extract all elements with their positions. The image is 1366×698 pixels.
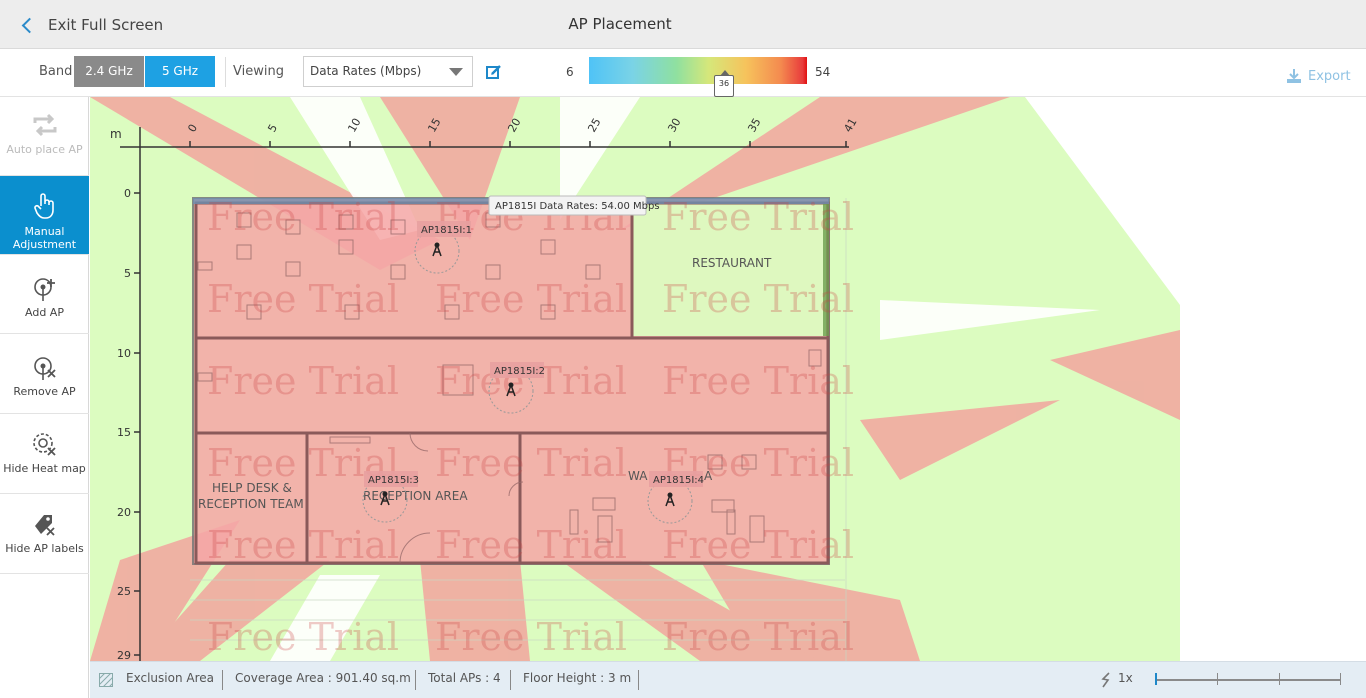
tool-sidebar: Auto place AP Manual Adjustment Add AP R… — [0, 97, 89, 698]
zoom-slider[interactable] — [1155, 679, 1341, 681]
watermark: Free Trial — [435, 523, 627, 567]
y-tick: 25 — [117, 585, 131, 598]
watermark: Free Trial — [435, 441, 627, 485]
viewing-label: Viewing — [233, 64, 284, 79]
toolbar-divider — [225, 57, 226, 87]
exclusion-area-icon — [99, 673, 113, 687]
watermark: Free Trial — [662, 523, 854, 567]
ap-label: AP1815I:4 — [653, 475, 704, 486]
watermark: Free Trial — [662, 277, 854, 321]
add-ap-button[interactable]: Add AP — [0, 255, 89, 334]
y-tick: 10 — [117, 347, 131, 360]
edit-icon[interactable] — [486, 64, 502, 80]
manual-adjustment-label: Manual Adjustment — [12, 225, 77, 251]
hide-heat-map-button[interactable]: Hide Heat map — [0, 414, 89, 494]
total-aps-value: Total APs : 4 — [428, 671, 501, 685]
status-divider — [222, 670, 223, 690]
watermark: Free Trial — [207, 615, 399, 659]
hand-pointer-icon — [33, 193, 54, 219]
remove-ap-icon — [33, 357, 56, 380]
viewing-dropdown[interactable]: Data Rates (Mbps) — [303, 56, 473, 87]
room-label-reception-area: RECEPTION AREA — [363, 489, 468, 503]
scale-min-value: 6 — [566, 65, 574, 79]
watermark: Free Trial — [662, 195, 854, 239]
zoom-tick — [1217, 673, 1218, 685]
zoom-tick — [1279, 673, 1280, 685]
zoom-tick — [1340, 673, 1341, 685]
caret-down-icon — [449, 68, 463, 76]
watermark: Free Trial — [435, 277, 627, 321]
watermark: Free Trial — [207, 523, 399, 567]
band-2-4ghz-button[interactable]: 2.4 GHz — [74, 56, 144, 87]
manual-adjustment-button[interactable]: Manual Adjustment — [0, 176, 89, 255]
toolbar: Band 2.4 GHz 5 GHz Viewing Data Rates (M… — [0, 49, 1366, 97]
y-tick: 0 — [124, 187, 131, 200]
add-ap-label: Add AP — [25, 306, 64, 319]
auto-place-ap-label: Auto place AP — [6, 143, 83, 156]
watermark: Free Trial — [435, 615, 627, 659]
y-tick: 20 — [117, 506, 131, 519]
auto-place-icon — [33, 113, 56, 137]
add-ap-icon — [33, 278, 55, 301]
viewing-value: Data Rates (Mbps) — [310, 64, 422, 78]
scale-max-value: 54 — [815, 65, 831, 79]
ap-label: AP1815I:2 — [494, 366, 545, 377]
room-label-reception-team: RECEPTION TEAM — [198, 497, 304, 511]
room-label-restaurant: RESTAURANT — [692, 256, 772, 270]
band-label: Band — [39, 64, 73, 79]
hide-ap-labels-label: Hide AP labels — [5, 542, 84, 555]
data-rate-color-scale — [589, 57, 807, 84]
band-5ghz-button[interactable]: 5 GHz — [145, 56, 215, 87]
y-tick: 5 — [124, 267, 131, 280]
watermark: Free Trial — [207, 277, 399, 321]
remove-ap-label: Remove AP — [13, 385, 76, 398]
heatmap-svg: Free Trial Free Trial Free Trial Free Tr… — [90, 97, 1180, 661]
floor-height-value: Floor Height : 3 m — [523, 671, 632, 685]
y-tick: 15 — [117, 426, 131, 439]
zoom-icon — [1101, 672, 1110, 688]
hide-heatmap-icon — [32, 433, 56, 456]
export-label: Export — [1308, 68, 1351, 84]
coverage-area-value: Coverage Area : 901.40 sq.m — [235, 671, 411, 685]
exclusion-area-label[interactable]: Exclusion Area — [126, 671, 214, 685]
room-label-help-desk: HELP DESK & — [212, 481, 292, 495]
status-divider — [638, 670, 639, 690]
tooltip-text: AP1815I Data Rates: 54.00 Mbps — [495, 201, 660, 212]
ap-label: AP1815I:3 — [368, 475, 419, 486]
hide-heat-map-label: Hide Heat map — [3, 462, 86, 475]
page-title: AP Placement — [568, 15, 672, 33]
room-label-waiting-b: A — [704, 469, 713, 483]
room-label-waiting-a: WA — [628, 469, 648, 483]
floorplan-canvas[interactable]: Free Trial Free Trial Free Trial Free Tr… — [90, 97, 1366, 661]
hide-labels-icon — [34, 515, 55, 536]
status-bar: Exclusion Area Coverage Area : 901.40 sq… — [90, 661, 1366, 698]
export-button[interactable]: Export — [1286, 68, 1351, 84]
ap-placement-app: Exit Full Screen AP Placement Band 2.4 G… — [0, 0, 1366, 698]
title-bar: Exit Full Screen AP Placement — [0, 0, 1366, 49]
download-icon — [1287, 69, 1301, 83]
y-tick: 29 — [117, 649, 131, 661]
watermark: Free Trial — [207, 195, 399, 239]
data-rate-tooltip: AP1815I Data Rates: 54.00 Mbps — [488, 195, 660, 216]
ap-label: AP1815I:1 — [421, 225, 472, 236]
ruler-unit: m — [110, 127, 122, 141]
scale-threshold-handle[interactable]: 36 — [714, 70, 734, 97]
watermark: Free Trial — [662, 615, 854, 659]
status-divider — [510, 670, 511, 690]
zoom-slider-handle[interactable] — [1155, 673, 1157, 685]
zoom-level: 1x — [1118, 671, 1133, 685]
watermark: Free Trial — [207, 359, 399, 403]
remove-ap-button[interactable]: Remove AP — [0, 334, 89, 414]
watermark: Free Trial — [662, 359, 854, 403]
hide-ap-labels-button[interactable]: Hide AP labels — [0, 494, 89, 574]
status-divider — [415, 670, 416, 690]
auto-place-ap-button[interactable]: Auto place AP — [0, 97, 89, 176]
